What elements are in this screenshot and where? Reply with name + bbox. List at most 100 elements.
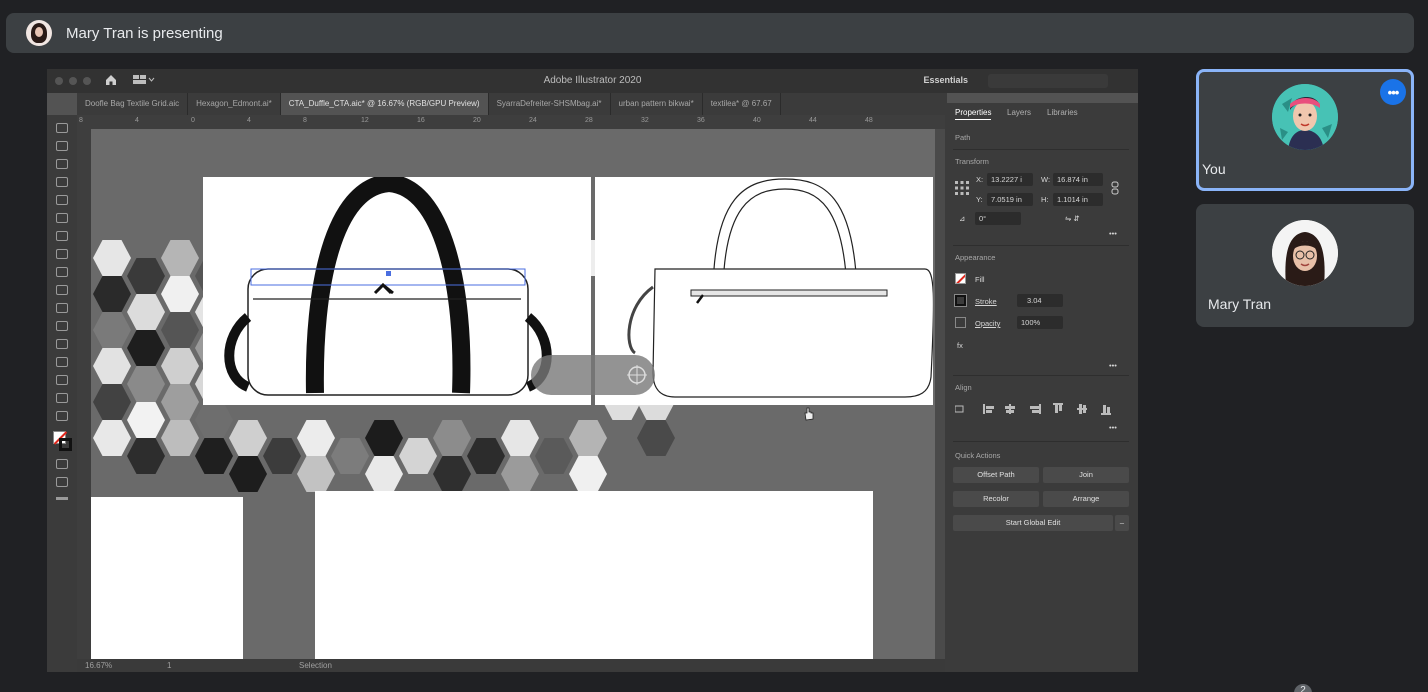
x-position-field[interactable]: 13.2227 i [987,173,1033,186]
avatar-you [1272,84,1338,150]
recolor-button[interactable]: Recolor [953,491,1039,507]
participant-name-you: You [1202,161,1226,177]
rotate-angle-field[interactable]: 0° [975,212,1021,225]
tab-doc-2[interactable]: Hexagon_Edmont.ai* [188,93,281,115]
more-align-icon[interactable]: ••• [1109,423,1117,432]
canvas-vertical-scrollbar[interactable] [935,129,945,659]
arrange-button[interactable]: Arrange [1043,491,1129,507]
ruler-tick: 12 [361,117,369,124]
tab-layers[interactable]: Layers [1007,108,1031,117]
avatar-photo-icon [1272,220,1338,286]
participant-count-badge[interactable]: 2 [1294,684,1312,692]
w-value: 16.874 in [1057,175,1088,184]
align-buttons-icon[interactable] [955,403,1125,415]
presenting-banner: Mary Tran is presenting [6,13,1414,53]
artboard-lower-right[interactable] [315,491,873,659]
horizontal-ruler: 8 4 0 4 8 12 16 20 24 28 32 36 40 44 48 [77,115,945,129]
presenter-avatar [26,20,52,46]
tab-libraries[interactable]: Libraries [1047,108,1078,117]
artwork-canvas[interactable] [91,129,945,659]
ruler-tick: 8 [79,117,83,124]
tab-doc-active[interactable]: CTA_Duffle_CTA.aic* @ 16.67% (RGB/GPU Pr… [280,93,489,115]
opacity-link[interactable]: Opacity [975,319,1000,328]
more-appearance-icon[interactable]: ••• [1109,361,1117,370]
symbol-tool-icon[interactable] [56,357,68,367]
stroke-swatch-icon[interactable] [59,438,72,451]
transform-heading: Transform [955,157,989,166]
global-edit-options-button[interactable]: – [1115,515,1129,531]
more-options-button[interactable]: ••• [1380,79,1406,105]
y-position-field[interactable]: 7.0519 in [987,193,1033,206]
artboard-lower-left[interactable] [91,497,243,659]
zoom-level-field[interactable]: 16.67% [85,661,112,670]
participant-tile-mary-tran[interactable]: Mary Tran [1196,204,1414,327]
ruler-tick: 44 [809,117,817,124]
join-button[interactable]: Join [1043,467,1129,483]
align-heading: Align [955,383,972,392]
hand-tool-icon[interactable] [56,393,68,403]
flip-icons[interactable]: ⇋ ⇵ [1065,214,1080,223]
tab-doc-1[interactable]: Doofle Bag Textile Grid.aic [77,93,189,115]
fill-none-swatch-icon[interactable] [955,273,966,284]
ruler-tick: 0 [191,117,195,124]
height-field[interactable]: 1.1014 in [1053,193,1103,206]
ruler-tick: 16 [417,117,425,124]
more-dots-icon: ••• [1387,84,1400,100]
help-search-input[interactable] [988,74,1108,88]
avatar-illustration-icon [1272,84,1338,150]
stroke-swatch-panel-icon[interactable] [954,294,967,307]
participant-name-mary-tran: Mary Tran [1208,296,1272,312]
selection-tool-icon[interactable] [56,123,68,133]
tab-properties[interactable]: Properties [955,108,992,120]
blend-tool-icon[interactable] [56,339,68,349]
warp-tool-icon[interactable] [56,285,68,295]
meet-window: Mary Tran is presenting Adobe Illustrato… [0,0,1428,692]
opacity-value: 100% [1021,318,1041,327]
eyedropper-tool-icon[interactable] [56,321,68,331]
participant-tile-you[interactable]: ••• You [1196,69,1414,191]
effects-icon[interactable]: fx [957,341,963,350]
pencil-tool-icon[interactable] [56,177,68,187]
artboard-tool-icon[interactable] [56,375,68,385]
direct-selection-tool-icon[interactable] [56,141,68,151]
eraser-tool-icon[interactable] [56,267,68,277]
ruler-tick: 32 [641,117,649,124]
floating-zoom-control[interactable] [531,355,655,395]
rotate-tool-icon[interactable] [56,249,68,259]
ruler-tick: 36 [697,117,705,124]
zoom-tool-icon[interactable] [56,411,68,421]
more-options-icon[interactable]: ••• [1109,229,1117,238]
type-tool-icon[interactable] [56,231,68,241]
reference-point-icon[interactable] [955,181,969,195]
gradient-tool-icon[interactable] [56,303,68,313]
divider [953,149,1129,150]
ruler-tick: 4 [247,117,251,124]
brush-tool-icon[interactable] [56,213,68,223]
artboard-number-field[interactable]: 1 [167,661,171,670]
rectangle-tool-icon[interactable] [56,195,68,205]
stroke-weight-field[interactable]: 3.04 [1017,294,1063,307]
divider [953,441,1129,442]
tab-doc-6[interactable]: textilea* @ 67.67 [703,93,781,115]
tab-doc-5[interactable]: urban pattern bikwai* [611,93,703,115]
opacity-field[interactable]: 100% [1017,316,1063,329]
offset-path-button[interactable]: Offset Path [953,467,1039,483]
constrain-proportions-icon[interactable] [1111,181,1119,195]
start-global-edit-button[interactable]: Start Global Edit [953,515,1113,531]
tab-doc-4[interactable]: SyarraDefreiter-SHSMbag.ai* [489,93,611,115]
width-field[interactable]: 16.874 in [1053,173,1103,186]
shared-screen[interactable]: Adobe Illustrator 2020 Essentials Doofle… [47,69,1138,672]
app-title: Adobe Illustrator 2020 [543,75,642,86]
divider [953,245,1129,246]
ruler-tick: 24 [529,117,537,124]
drawing-modes-icon[interactable] [56,459,68,469]
ruler-tick: 40 [753,117,761,124]
screen-mode-icon[interactable] [56,477,68,487]
pen-tool-icon[interactable] [56,159,68,169]
opacity-swatch-icon [955,317,966,328]
object-type-label: Path [955,133,971,142]
workspace-switcher[interactable]: Essentials [923,75,968,85]
document-tabs: Doofle Bag Textile Grid.aic Hexagon_Edmo… [77,93,947,115]
stroke-link[interactable]: Stroke [975,297,997,306]
edit-toolbar-icon[interactable] [56,497,68,500]
